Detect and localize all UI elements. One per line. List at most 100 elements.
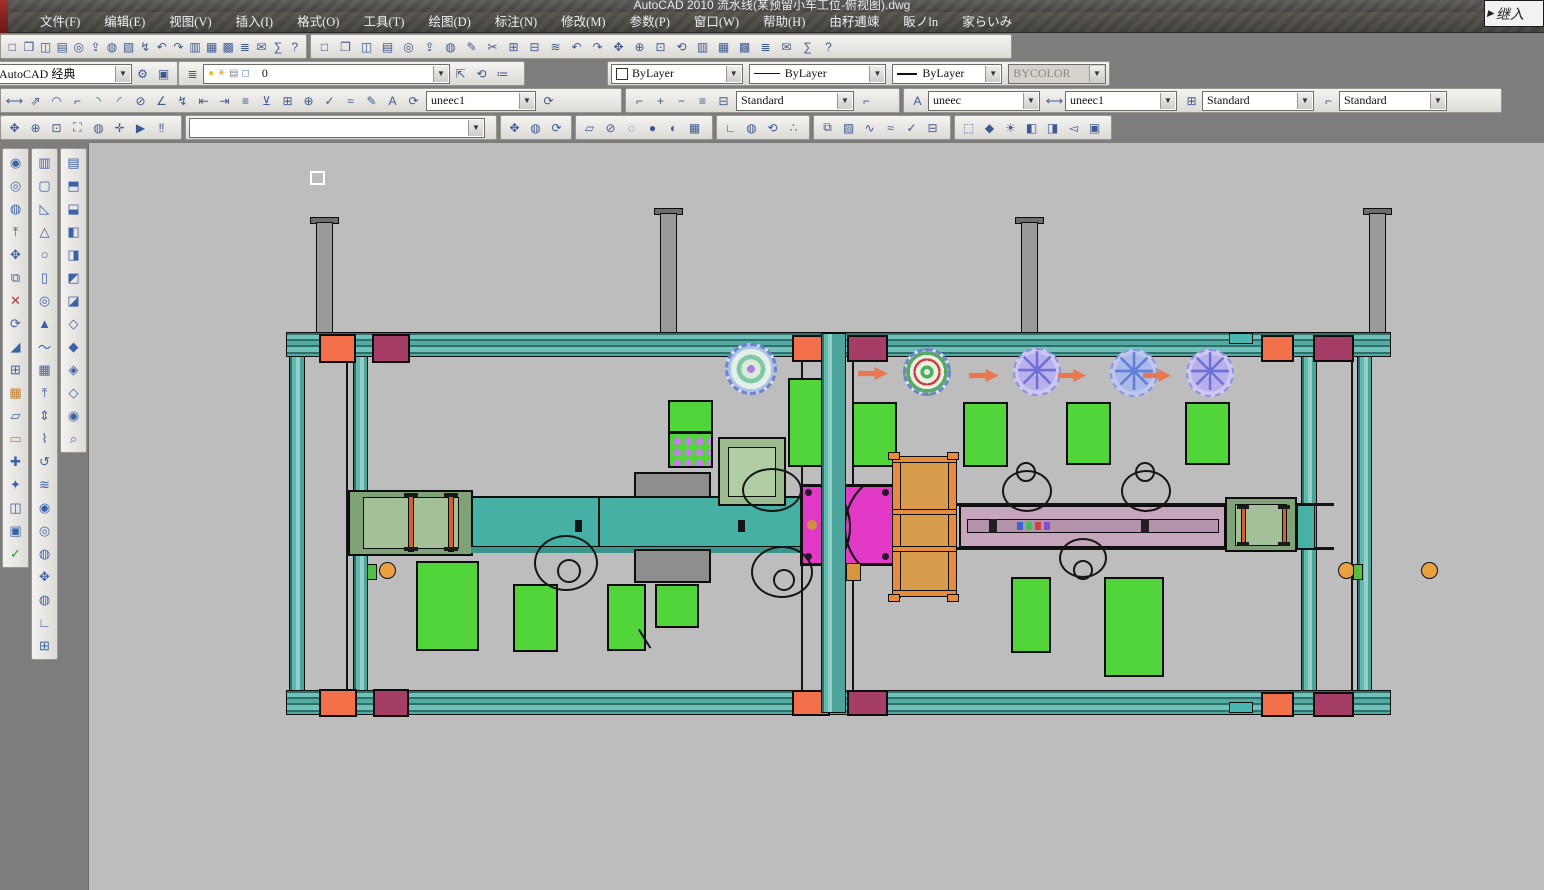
mleader-remove-icon[interactable]: − [671,90,692,111]
print-icon[interactable]: ▤ [54,36,71,57]
sheetset-icon[interactable]: ≣ [755,36,776,57]
pallet-flower[interactable] [668,432,713,468]
lock-icon[interactable]: ◻ [241,69,249,79]
zoom-window-icon[interactable]: ⊡ [46,117,67,138]
dim-linear-icon[interactable]: ⟷ [4,90,25,111]
pin-cap[interactable] [1278,505,1290,509]
dimstyle2-dropdown[interactable]: uneec1 ▼ [1065,91,1177,111]
swatch-icon[interactable]: ■ [253,69,259,79]
dim-jogged-icon[interactable]: ◜ [109,90,130,111]
chevron-down-icon[interactable]: ▼ [869,66,884,82]
floating-toolbar-fragment[interactable]: ▶ 继⼊ [1484,0,1544,27]
corner-block[interactable] [319,334,356,363]
multileader-icon[interactable]: ⌐ [629,90,650,111]
intersect-icon[interactable]: ◍ [33,542,57,565]
vs-hidden-icon[interactable]: ◌ [621,117,642,138]
menu-item-14[interactable]: 家らいみ [950,12,1024,32]
menu-item-12[interactable]: 由秄逋竦 [817,12,891,32]
zoom-flash-icon[interactable]: ⌕ [62,427,86,450]
layer-previous-icon[interactable]: ⟲ [471,63,492,84]
linetype-dropdown[interactable]: ByLayer ▼ [749,64,887,84]
ne-isometric-icon[interactable]: ◈ [62,358,86,381]
help-icon[interactable]: ? [818,36,839,57]
redo-icon[interactable]: ↷ [587,36,608,57]
subtract-icon[interactable]: ◎ [33,519,57,542]
extrude-icon[interactable]: ⤒ [33,381,57,404]
menu-item-2[interactable]: 视图(V) [157,12,223,32]
new-icon[interactable]: □ [4,36,21,57]
pallet-green[interactable] [1104,577,1164,677]
pallet-green[interactable] [1011,577,1051,653]
markup-icon[interactable]: ✉ [776,36,797,57]
center-mark-icon[interactable]: ⊕ [298,90,319,111]
corner-block[interactable] [847,690,888,716]
tablestyle-dropdown[interactable]: Standard ▼ [1202,91,1314,111]
pin-cap[interactable] [1237,505,1249,509]
copy-edges-icon[interactable]: ▱ [4,404,28,427]
rotary-dot[interactable] [805,489,812,496]
clamp-green[interactable] [367,564,377,580]
ladder-rung[interactable] [892,509,957,515]
text-style-icon[interactable]: A [907,90,928,111]
zoom-realtime-icon[interactable]: ⊕ [25,117,46,138]
right-view-icon[interactable]: ◨ [62,243,86,266]
rotary-dot[interactable] [882,489,889,496]
corner-block[interactable] [847,335,888,362]
imprint-icon[interactable]: ✚ [4,450,28,473]
block-edit-icon[interactable]: ▧ [120,36,137,57]
rail-tab-bottom[interactable] [1229,702,1253,713]
column-4[interactable] [1369,213,1386,334]
dim-baseline-icon[interactable]: ⇤ [193,90,214,111]
ladder-post[interactable] [892,456,901,598]
revolve-icon[interactable]: ↺ [33,450,57,473]
rotary-hub[interactable] [807,520,817,530]
check-icon[interactable]: ✓ [4,542,28,565]
tension-pin[interactable] [1241,506,1246,546]
dimstyle-dropdown[interactable]: uneec1 ▼ [426,91,536,111]
save-icon[interactable]: ◫ [37,36,54,57]
index-wheel[interactable]: ✳ [1186,349,1234,397]
belt-sensor[interactable] [738,520,745,532]
box-icon[interactable]: ▢ [33,174,57,197]
bulb-icon[interactable]: ● [208,69,214,79]
table-style-icon[interactable]: ⊞ [1181,90,1202,111]
subtract-icon[interactable]: ◎ [4,174,28,197]
pallet-green[interactable] [655,584,699,628]
orbit-icon[interactable]: ◍ [88,117,109,138]
top-view-icon[interactable]: ⬒ [62,174,86,197]
chevron-down-icon[interactable]: ▼ [985,66,1000,82]
pin-cap[interactable] [444,547,458,551]
sync-icon[interactable]: ↯ [137,36,154,57]
pin-cap[interactable] [404,547,418,551]
pallet-green[interactable] [1066,402,1111,465]
mleader-add-icon[interactable]: + [650,90,671,111]
gripper-outline[interactable] [1135,462,1155,482]
sweep-icon[interactable]: ⌇ [33,427,57,450]
block-attr-manager-icon[interactable]: ⊟ [922,117,943,138]
dim-diameter-icon[interactable]: ⊘ [130,90,151,111]
vs-manager-icon[interactable]: ▦ [684,117,705,138]
vs-conceptual-icon[interactable]: ◐ [663,117,684,138]
dim-angular-icon[interactable]: ∠ [151,90,172,111]
index-wheel[interactable]: ✳ [1013,348,1061,396]
3d-orbit-icon[interactable]: ◍ [33,588,57,611]
pin-cap[interactable] [1237,542,1249,546]
rotate-faces-icon[interactable]: ⟳ [4,312,28,335]
tool-palettes-icon[interactable]: ▩ [220,36,237,57]
wedge-icon[interactable]: ◺ [33,197,57,220]
render-window-icon[interactable]: ▣ [1084,117,1105,138]
paste-icon[interactable]: ⊟ [524,36,545,57]
shell-icon[interactable]: ▣ [4,519,28,542]
markers-icon[interactable]: ‼ [151,117,172,138]
spline-edit-icon[interactable]: ≈ [880,117,901,138]
belt-sensor[interactable] [1141,519,1149,533]
press-module-bottom[interactable] [634,549,711,583]
undo-icon[interactable]: ↶ [153,36,170,57]
clamp-knob[interactable] [1421,562,1438,579]
gripper-outline[interactable] [1073,560,1093,580]
extrude-faces-icon[interactable]: ⤒ [4,220,28,243]
render-environment-icon[interactable]: ◅ [1063,117,1084,138]
ladder-rung[interactable] [892,546,957,552]
ladder-foot[interactable] [947,452,959,460]
loft-icon[interactable]: ≋ [33,473,57,496]
